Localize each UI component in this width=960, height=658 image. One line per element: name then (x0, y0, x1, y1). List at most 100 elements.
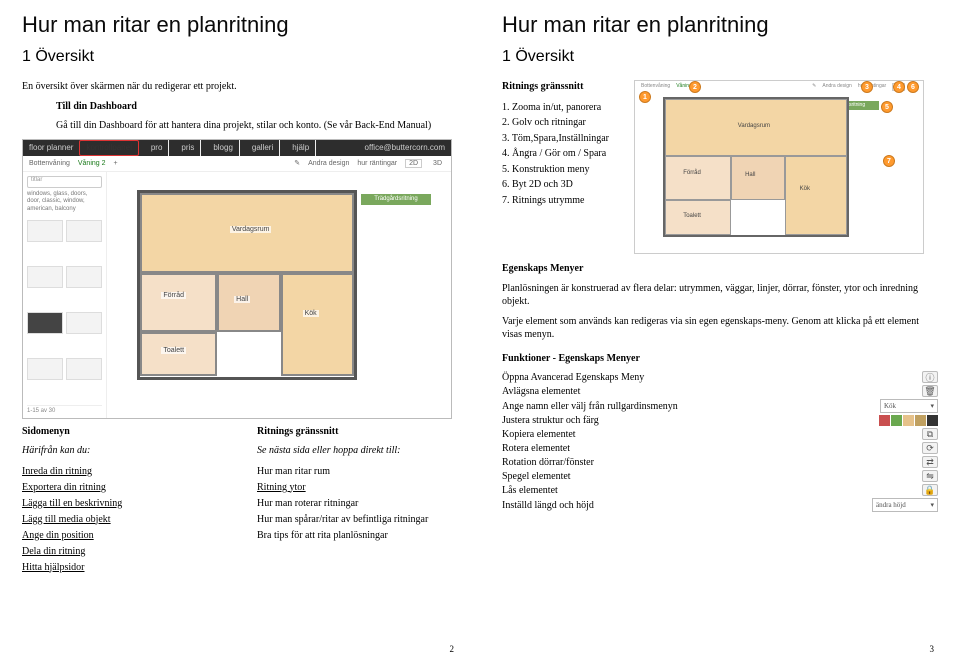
page-2: Hur man ritar en planritning 1 Översikt … (0, 0, 480, 658)
func-lock: Lås elementet 🔒 (502, 484, 938, 496)
search-input[interactable]: titlar (27, 176, 102, 188)
func-copy: Kopiera elementet ⧉ (502, 428, 938, 440)
func-mirror: Spegel elementet ⇋ (502, 470, 938, 482)
thumbnail[interactable] (27, 358, 63, 380)
list-item: 7. Ritnings utrymme (502, 193, 626, 209)
chevron-down-icon: ▾ (930, 402, 934, 410)
thumbnail[interactable] (27, 220, 63, 242)
list-item: 4. Ångra / Gör om / Spara (502, 146, 626, 162)
mini-screenshot: Bottenvåning Våning 2 ✎ Andra design hur… (634, 80, 924, 254)
list-item: 2. Golv och ritningar (502, 115, 626, 131)
func-struct: Justera struktur och färg (502, 415, 938, 426)
intro-text: En översikt över skärmen när du redigera… (22, 80, 458, 94)
dashboard-title: Till din Dashboard (56, 100, 458, 114)
ribbon-design[interactable]: Andra design (308, 160, 349, 167)
app-body: titlar windows, glass, doors, door, clas… (23, 172, 451, 418)
section-heading: 1 Översikt (502, 48, 938, 66)
ribbon-rot: hur räntingar (357, 160, 397, 167)
sidomenyn-block: Sidomenyn Härifrån kan du: Inreda din ri… (22, 425, 223, 576)
annotation-1: 1 (639, 91, 651, 103)
list-item[interactable]: Hur man spårar/ritar av befintliga ritni… (257, 512, 458, 528)
app-topbar: floor planner kontrollpanel pro pris blo… (23, 140, 451, 156)
list-item[interactable]: Exportera din ritning (22, 480, 223, 496)
list-item[interactable]: Lägga till en beskrivning (22, 496, 223, 512)
thumbnail[interactable] (66, 358, 102, 380)
egenskaps-p2: Varje element som används kan redigeras … (502, 315, 938, 342)
annotation-5: 5 (881, 101, 893, 113)
name-dropdown[interactable]: Kök▾ (880, 399, 938, 413)
sidebar: titlar windows, glass, doors, door, clas… (23, 172, 107, 418)
egenskaps-title: Egenskaps Menyer (502, 262, 938, 276)
app-ribbon: Bottenvåning Våning 2 + ✎ Andra design h… (23, 156, 451, 172)
ritnings-intro: Se nästa sida eller hoppa direkt till: (257, 444, 458, 458)
func-open: Öppna Avancerad Egenskaps Meny ⓘ (502, 371, 938, 383)
canvas[interactable]: Trädgårdsritning Vardagsrum Förråd Hall … (107, 172, 451, 418)
app-screenshot: floor planner kontrollpanel pro pris blo… (22, 139, 452, 419)
sidomenyn-list: Inreda din ritning Exportera din ritning… (22, 464, 223, 576)
page-title: Hur man ritar en planritning (22, 12, 458, 38)
annotated-plan: Bottenvåning Våning 2 ✎ Andra design hur… (634, 80, 938, 254)
list-item[interactable]: Ritning ytor (257, 480, 458, 496)
info-icon[interactable]: ⓘ (922, 371, 938, 383)
list-item[interactable]: Hitta hjälpsidor (22, 560, 223, 576)
copy-icon[interactable]: ⧉ (922, 428, 938, 440)
tab-hjalp[interactable]: hjälp (286, 140, 316, 156)
list-item[interactable]: Lägg till media objekt (22, 512, 223, 528)
func-length: Inställd längd och höjd ändra höjd▾ (502, 498, 938, 512)
tab-galleri[interactable]: galleri (246, 140, 280, 156)
room-label: Vardagsrum (230, 226, 272, 233)
func-rotdoor: Rotation dörrar/fönster ⇄ (502, 456, 938, 468)
flip-icon[interactable]: ⇄ (922, 456, 938, 468)
ribbon-floor2[interactable]: Våning 2 (78, 160, 106, 167)
rotate-icon[interactable]: ⟳ (922, 442, 938, 454)
floorplan: Vardagsrum Förråd Hall Kök Toalett (137, 190, 357, 380)
list-item: 6. Byt 2D och 3D (502, 177, 626, 193)
color-swatches[interactable] (879, 415, 938, 426)
ritnings-block: Ritnings gränssnitt Se nästa sida eller … (257, 425, 458, 576)
list-item[interactable]: Inreda din ritning (22, 464, 223, 480)
thumbnail[interactable] (27, 266, 63, 288)
toc-column: Ritnings gränssnitt 1. Zooma in/ut, pano… (502, 80, 626, 254)
tab-pro[interactable]: pro (145, 140, 170, 156)
list-item: 1. Zooma in/ut, panorera (502, 100, 626, 116)
tab-kontrollpanel[interactable]: kontrollpanel (79, 140, 138, 156)
thumbnail[interactable] (66, 312, 102, 334)
func-rotate: Rotera elementet ⟳ (502, 442, 938, 454)
mini-floorplan: Vardagsrum Förråd Hall Kök Toalett (663, 97, 849, 237)
view-2d[interactable]: 2D (405, 159, 422, 168)
thumbnail[interactable] (66, 220, 102, 242)
functions-list: Öppna Avancerad Egenskaps Meny ⓘ Avlägsn… (502, 371, 938, 512)
plus-icon[interactable]: + (114, 160, 118, 167)
functions-title: Funktioner - Egenskaps Menyer (502, 352, 938, 366)
section-heading: 1 Översikt (22, 48, 458, 66)
ritnings-list: Hur man ritar rum Ritning ytor Hur man r… (257, 464, 458, 544)
view-3d[interactable]: 3D (430, 160, 445, 167)
mirror-icon[interactable]: ⇋ (922, 470, 938, 482)
toc-list: 1. Zooma in/ut, panorera 2. Golv och rit… (502, 100, 626, 209)
chevron-down-icon: ▾ (930, 501, 934, 509)
thumbnail[interactable] (66, 266, 102, 288)
trash-icon[interactable]: 🗑 (922, 385, 938, 397)
annotation-7: 7 (883, 155, 895, 167)
length-dropdown[interactable]: ändra höjd▾ (872, 498, 938, 512)
annotation-3: 3 (861, 81, 873, 93)
list-item[interactable]: Dela din ritning (22, 544, 223, 560)
ribbon-floor1[interactable]: Bottenvåning (29, 160, 70, 167)
tab-blogg[interactable]: blogg (207, 140, 240, 156)
app-brand: floor planner (29, 143, 73, 152)
list-item[interactable]: Bra tips för att rita planlösningar (257, 528, 458, 544)
list-item[interactable]: Ange din position (22, 528, 223, 544)
sidomenyn-intro: Härifrån kan du: (22, 444, 223, 458)
page-number: 2 (450, 644, 455, 654)
tab-pris[interactable]: pris (175, 140, 201, 156)
thumbnail[interactable] (27, 312, 63, 334)
list-item[interactable]: Hur man ritar rum (257, 464, 458, 480)
room-label: Kök (303, 310, 319, 317)
list-item: 3. Töm,Spara,Inställningar (502, 131, 626, 147)
lock-icon[interactable]: 🔒 (922, 484, 938, 496)
page-3: Hur man ritar en planritning 1 Översikt … (480, 0, 960, 658)
list-item[interactable]: Hur man roterar ritningar (257, 496, 458, 512)
sidomenyn-title: Sidomenyn (22, 425, 223, 439)
toc-title: Ritnings gränssnitt (502, 80, 626, 94)
category-list: windows, glass, doors, door, classic, wi… (27, 191, 102, 214)
